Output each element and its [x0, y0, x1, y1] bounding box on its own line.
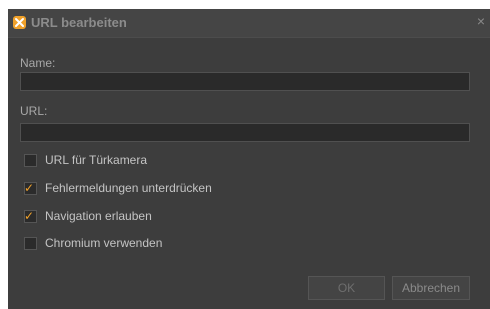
- app-logo-icon: [13, 16, 26, 29]
- dialog-title: URL bearbeiten: [31, 15, 127, 30]
- door-camera-label: URL für Türkamera: [45, 153, 148, 167]
- checkmark-icon: ✓: [24, 180, 35, 195]
- use-chromium-checkbox[interactable]: [24, 236, 37, 250]
- name-field[interactable]: [20, 72, 470, 91]
- door-camera-checkbox[interactable]: [24, 153, 37, 167]
- use-chromium-label: Chromium verwenden: [45, 236, 163, 250]
- option-use-chromium[interactable]: Chromium verwenden: [24, 235, 162, 251]
- name-label: Name:: [20, 56, 56, 70]
- suppress-errors-checkbox[interactable]: ✓: [24, 180, 37, 195]
- option-suppress-errors[interactable]: ✓ Fehlermeldungen unterdrücken: [24, 180, 212, 196]
- suppress-errors-label: Fehlermeldungen unterdrücken: [45, 181, 212, 195]
- allow-navigation-checkbox[interactable]: ✓: [24, 208, 37, 223]
- url-field[interactable]: [20, 123, 470, 142]
- close-icon[interactable]: ×: [474, 14, 488, 28]
- title-bar[interactable]: URL bearbeiten ×: [8, 9, 490, 38]
- option-allow-navigation[interactable]: ✓ Navigation erlauben: [24, 208, 152, 224]
- checkmark-icon: ✓: [24, 208, 35, 223]
- ok-button[interactable]: OK: [308, 276, 385, 300]
- edit-url-dialog: URL bearbeiten × Name: URL: URL für Türk…: [8, 9, 490, 309]
- url-label: URL:: [20, 104, 48, 118]
- allow-navigation-label: Navigation erlauben: [45, 209, 152, 223]
- cancel-button[interactable]: Abbrechen: [392, 276, 470, 300]
- option-door-camera[interactable]: URL für Türkamera: [24, 152, 147, 168]
